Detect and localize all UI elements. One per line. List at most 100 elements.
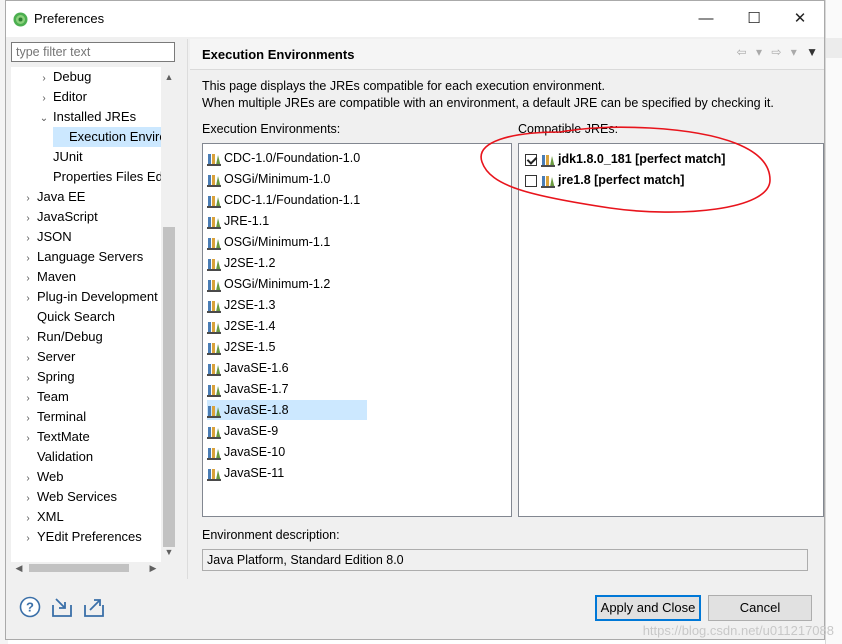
environment-item[interactable]: J2SE-1.4 [207,316,281,336]
environment-label: JavaSE-1.7 [224,382,289,396]
tree-item[interactable]: › Spring [21,367,74,389]
jre-item[interactable]: jdk1.8.0_181 [perfect match] [525,149,725,169]
tree-item[interactable]: › Debug [37,67,91,87]
jre-checkbox[interactable] [525,153,537,166]
chevron-icon[interactable]: › [21,329,35,349]
environment-item[interactable]: OSGi/Minimum-1.1 [207,232,336,252]
chevron-icon[interactable]: › [21,289,35,309]
environment-item[interactable]: JavaSE-1.7 [207,379,295,399]
environment-item[interactable]: JavaSE-9 [207,421,284,441]
chevron-icon[interactable]: › [21,189,35,209]
cancel-button[interactable]: Cancel [708,595,812,621]
tree-item[interactable]: › Web [21,467,63,489]
chevron-icon[interactable]: › [21,469,35,489]
scroll-down-icon[interactable]: ▼ [161,544,177,560]
tree-item[interactable]: › Language Servers [21,247,143,267]
environment-label: JavaSE-10 [224,445,286,459]
jre-library-icon [207,342,221,355]
chevron-icon[interactable]: › [21,489,35,509]
tree-item[interactable]: › JavaScript [21,207,97,229]
environment-item[interactable]: J2SE-1.2 [207,253,281,273]
tree-item[interactable]: ⌄ Installed JREs [37,107,136,127]
chevron-icon[interactable]: ⌄ [37,109,51,129]
chevron-icon[interactable]: › [21,349,35,369]
environment-item[interactable]: OSGi/Minimum-1.2 [207,274,336,294]
chevron-icon[interactable]: › [21,229,35,249]
jre-checkbox[interactable] [525,174,537,187]
scroll-thumb[interactable] [163,227,175,547]
scroll-right-icon[interactable]: ▶ [145,562,161,574]
tree-item[interactable]: Properties Files Edi [37,167,161,187]
panel-divider[interactable] [187,39,188,579]
environment-item[interactable]: JavaSE-11 [207,463,290,483]
jre-label: jdk1.8.0_181 [perfect match] [558,152,726,166]
chevron-icon[interactable]: › [21,369,35,389]
apply-and-close-button[interactable]: Apply and Close [595,595,701,621]
tree-item[interactable]: › Editor [37,87,87,107]
tree-item[interactable]: JUnit [37,147,83,167]
tree-vertical-scrollbar[interactable]: ▲ ▼ [161,67,177,562]
export-icon[interactable] [82,595,106,619]
tree-item[interactable]: › Plug-in Development [21,287,157,309]
chevron-icon[interactable]: › [21,429,35,449]
environments-list[interactable]: CDC-1.0/Foundation-1.0 OSGi/Minimum-1.0 CD… [202,143,512,517]
tree-item[interactable]: › Terminal [21,407,86,427]
tree-item[interactable]: › Web Services [21,487,117,507]
hscroll-thumb[interactable] [29,564,129,572]
minimize-button[interactable]: — [686,7,726,31]
jre-item[interactable]: jre1.8 [perfect match] [525,170,684,190]
import-icon[interactable] [50,595,74,619]
chevron-icon[interactable]: › [21,529,35,549]
jre-library-icon [207,468,221,481]
environment-item[interactable]: CDC-1.0/Foundation-1.0 [207,148,366,168]
environment-item[interactable]: JavaSE-1.8 [207,400,367,420]
chevron-icon[interactable]: › [37,69,51,89]
tree-item[interactable]: › TextMate [21,427,89,449]
tree-item[interactable]: › Run/Debug [21,327,102,349]
view-menu-icon[interactable]: ▼ [806,45,818,59]
jre-library-icon [207,174,221,187]
environment-item[interactable]: J2SE-1.5 [207,337,281,357]
tree-item[interactable]: Quick Search [21,307,115,327]
filter-input[interactable] [11,42,175,62]
environment-item[interactable]: CDC-1.1/Foundation-1.1 [207,190,366,210]
environment-item[interactable]: JRE-1.1 [207,211,275,231]
environment-item[interactable]: JavaSE-1.6 [207,358,295,378]
maximize-button[interactable]: ☐ [734,7,774,31]
environment-item[interactable]: JavaSE-10 [207,442,291,462]
tree-item[interactable]: › Server [21,347,75,367]
jre-library-icon [207,363,221,376]
chevron-icon[interactable]: › [37,89,51,109]
tree-item-label: Java EE [37,189,86,204]
tree-item[interactable]: › Java EE [21,187,85,207]
scroll-left-icon[interactable]: ◀ [11,562,27,574]
chevron-icon[interactable]: › [21,269,35,289]
environment-item[interactable]: OSGi/Minimum-1.0 [207,169,336,189]
tree-item[interactable]: Execution Enviro [53,127,161,147]
tree-item[interactable]: › Team [21,387,68,409]
forward-icon[interactable]: ⇨ [771,45,781,59]
tree-item[interactable]: Validation [21,447,93,467]
help-icon[interactable]: ? [18,595,42,619]
back-icon[interactable]: ⇦ [737,45,747,59]
chevron-icon[interactable]: › [21,249,35,269]
tree-item[interactable]: › Maven [21,267,76,287]
tree-item[interactable]: › XML [21,507,63,529]
tree-horizontal-scrollbar[interactable]: ◀ ▶ [11,562,161,574]
chevron-icon[interactable]: › [21,509,35,529]
tree-item[interactable]: › YEdit Preferences [21,527,141,549]
tree-item[interactable]: › JSON [21,227,71,249]
environments-label: Execution Environments: [202,122,341,136]
close-button[interactable]: ✕ [780,7,820,31]
environment-label: JRE-1.1 [224,214,270,228]
back-menu-icon[interactable]: ▾ [756,45,762,59]
forward-menu-icon[interactable]: ▾ [791,45,797,59]
chevron-icon[interactable]: › [21,389,35,409]
chevron-icon[interactable]: › [21,209,35,229]
jre-library-icon [207,426,221,439]
environment-item[interactable]: J2SE-1.3 [207,295,281,315]
environment-label: OSGi/Minimum-1.0 [224,172,331,186]
chevron-icon[interactable]: › [21,409,35,429]
compatible-jres-list[interactable]: jdk1.8.0_181 [perfect match] jre1.8 [perf… [518,143,824,517]
scroll-up-icon[interactable]: ▲ [161,69,177,85]
